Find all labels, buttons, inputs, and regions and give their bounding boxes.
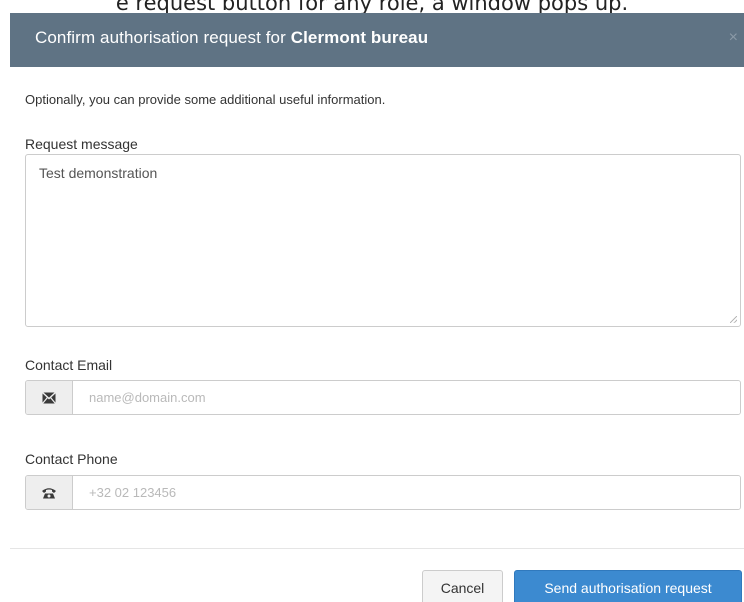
envelope-icon	[26, 381, 73, 414]
intro-text: Optionally, you can provide some additio…	[25, 92, 386, 107]
modal-title-entity: Clermont bureau	[290, 28, 429, 47]
modal-title-prefix: Confirm authorisation request for	[35, 28, 291, 47]
contact-email-input[interactable]	[73, 381, 740, 414]
close-button[interactable]: ×	[729, 29, 738, 47]
contact-phone-input[interactable]	[73, 476, 740, 509]
footer-divider	[10, 548, 744, 549]
contact-phone-label: Contact Phone	[25, 451, 118, 467]
cancel-button[interactable]: Cancel	[422, 570, 503, 602]
resize-grip-icon[interactable]	[730, 316, 737, 323]
page: e request button for any role, a window …	[0, 0, 744, 602]
contact-email-group	[25, 380, 741, 415]
send-authorisation-request-button[interactable]: Send authorisation request	[514, 570, 742, 602]
modal-title: Confirm authorisation request for Clermo…	[35, 28, 428, 48]
request-message-textarea[interactable]: Test demonstration	[25, 154, 741, 327]
contact-email-label: Contact Email	[25, 357, 113, 373]
document-caption: e request button for any role, a window …	[115, 0, 629, 15]
contact-phone-group	[25, 475, 741, 510]
request-message-label: Request message	[25, 136, 138, 152]
modal-header: Confirm authorisation request for Clermo…	[10, 13, 744, 67]
phone-icon	[26, 476, 73, 509]
